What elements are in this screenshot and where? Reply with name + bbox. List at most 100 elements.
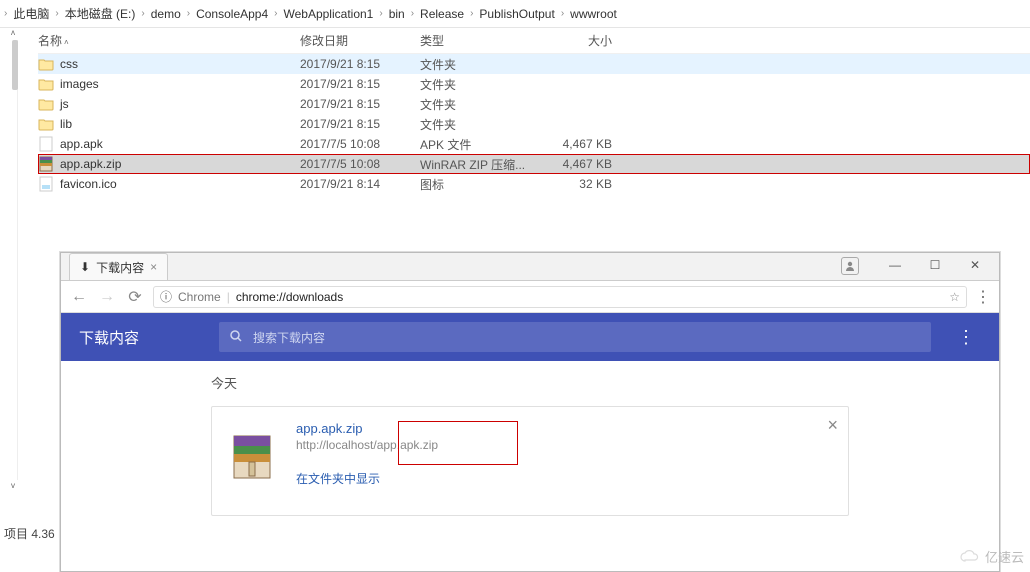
chevron-up-icon: ʌ bbox=[11, 28, 15, 37]
crumb-2[interactable]: demo bbox=[149, 7, 183, 21]
address-bar: ← → ⟳ ⓘ Chrome | chrome://downloads ☆ ⋮ bbox=[61, 281, 999, 313]
chrome-titlebar: ⬇ 下载内容 × ― ☐ ✕ bbox=[61, 253, 999, 281]
downloads-title: 下载内容 bbox=[79, 327, 199, 348]
file-name: images bbox=[60, 77, 300, 91]
file-row[interactable]: lib2017/9/21 8:15文件夹 bbox=[38, 114, 1030, 134]
file-date: 2017/9/21 8:15 bbox=[300, 77, 420, 91]
folder-icon bbox=[38, 56, 54, 72]
file-type: 文件夹 bbox=[420, 116, 540, 133]
minimize-button[interactable]: ― bbox=[875, 253, 915, 277]
chevron-right-icon: › bbox=[561, 8, 564, 19]
file-name: app.apk bbox=[60, 137, 300, 151]
bookmark-icon[interactable]: ☆ bbox=[949, 290, 960, 304]
crumb-5[interactable]: bin bbox=[387, 7, 407, 21]
file-row[interactable]: app.apk2017/7/5 10:08APK 文件4,467 KB bbox=[38, 134, 1030, 154]
profile-button[interactable] bbox=[841, 257, 859, 275]
column-headers[interactable]: 名称˄ 修改日期 类型 大小 bbox=[38, 28, 1030, 54]
crumb-8[interactable]: wwwroot bbox=[568, 7, 619, 21]
ico-icon bbox=[38, 176, 54, 192]
file-row[interactable]: css2017/9/21 8:15文件夹 bbox=[38, 54, 1030, 74]
file-date: 2017/9/21 8:15 bbox=[300, 57, 420, 71]
chevron-right-icon: › bbox=[379, 8, 382, 19]
downloads-search[interactable]: 搜索下载内容 bbox=[219, 322, 931, 352]
chevron-right-icon: › bbox=[141, 8, 144, 19]
file-type: 文件夹 bbox=[420, 56, 540, 73]
sort-asc-icon: ˄ bbox=[64, 38, 69, 47]
chevron-right-icon: › bbox=[4, 8, 7, 19]
url-path: chrome://downloads bbox=[236, 290, 343, 304]
section-label: 今天 bbox=[211, 373, 849, 392]
file-type: WinRAR ZIP 压缩... bbox=[420, 156, 540, 173]
forward-button[interactable]: → bbox=[97, 288, 117, 306]
download-item: app.apk.zip http://localhost/app.apk.zip… bbox=[211, 406, 849, 516]
chrome-window: ⬇ 下载内容 × ― ☐ ✕ ← → ⟳ ⓘ Chrome | chrome:/… bbox=[60, 252, 1000, 572]
crumb-7[interactable]: PublishOutput bbox=[477, 7, 556, 21]
status-bar: 项目 4.36 KB bbox=[0, 523, 60, 544]
file-name: lib bbox=[60, 117, 300, 131]
chevron-right-icon: › bbox=[274, 8, 277, 19]
chrome-menu-button[interactable]: ⋮ bbox=[975, 287, 991, 307]
file-date: 2017/7/5 10:08 bbox=[300, 137, 420, 151]
browser-tab[interactable]: ⬇ 下载内容 × bbox=[69, 253, 168, 280]
folder-icon bbox=[38, 76, 54, 92]
downloads-header: 下载内容 搜索下载内容 ⋮ bbox=[61, 313, 999, 361]
folder-icon bbox=[38, 116, 54, 132]
tab-close-icon[interactable]: × bbox=[150, 260, 157, 274]
tree-scrollbar[interactable]: ʌ v bbox=[14, 40, 18, 480]
info-icon: ⓘ bbox=[160, 288, 172, 305]
chevron-right-icon: › bbox=[187, 8, 190, 19]
file-type: 图标 bbox=[420, 176, 540, 193]
tab-title: 下载内容 bbox=[96, 259, 144, 276]
remove-download-button[interactable]: × bbox=[827, 415, 838, 436]
file-row[interactable]: app.apk.zip2017/7/5 10:08WinRAR ZIP 压缩..… bbox=[38, 154, 1030, 174]
crumb-0[interactable]: 此电脑 bbox=[11, 5, 51, 22]
rar-icon bbox=[38, 156, 54, 172]
downloads-menu-button[interactable]: ⋮ bbox=[951, 327, 981, 348]
file-row[interactable]: js2017/9/21 8:15文件夹 bbox=[38, 94, 1030, 114]
file-size: 32 KB bbox=[540, 177, 620, 191]
url-label: Chrome bbox=[178, 290, 221, 304]
search-placeholder: 搜索下载内容 bbox=[253, 329, 325, 346]
file-type: 文件夹 bbox=[420, 96, 540, 113]
file-name: js bbox=[60, 97, 300, 111]
file-name: app.apk.zip bbox=[60, 157, 300, 171]
crumb-1[interactable]: 本地磁盘 (E:) bbox=[63, 5, 138, 22]
file-date: 2017/9/21 8:15 bbox=[300, 117, 420, 131]
reload-button[interactable]: ⟳ bbox=[125, 287, 145, 307]
breadcrumb[interactable]: › 此电脑 › 本地磁盘 (E:) › demo › ConsoleApp4 ›… bbox=[0, 0, 1030, 28]
file-size: 4,467 KB bbox=[540, 137, 620, 151]
file-date: 2017/9/21 8:14 bbox=[300, 177, 420, 191]
crumb-3[interactable]: ConsoleApp4 bbox=[194, 7, 270, 21]
col-date[interactable]: 修改日期 bbox=[300, 32, 420, 49]
folder-icon bbox=[38, 96, 54, 112]
search-icon bbox=[229, 329, 243, 346]
maximize-button[interactable]: ☐ bbox=[915, 253, 955, 277]
show-in-folder-link[interactable]: 在文件夹中显示 bbox=[296, 470, 438, 487]
back-button[interactable]: ← bbox=[69, 288, 89, 306]
annotation-box bbox=[398, 421, 518, 465]
scrollbar-thumb[interactable] bbox=[12, 40, 18, 90]
chevron-right-icon: › bbox=[470, 8, 473, 19]
crumb-6[interactable]: Release bbox=[418, 7, 466, 21]
col-size[interactable]: 大小 bbox=[540, 32, 620, 49]
chevron-down-icon: v bbox=[11, 481, 15, 490]
col-name[interactable]: 名称˄ bbox=[38, 32, 300, 49]
close-button[interactable]: ✕ bbox=[955, 253, 995, 277]
file-name: css bbox=[60, 57, 300, 71]
file-type: 文件夹 bbox=[420, 76, 540, 93]
file-name: favicon.ico bbox=[60, 177, 300, 191]
download-icon: ⬇ bbox=[80, 260, 90, 274]
file-row[interactable]: images2017/9/21 8:15文件夹 bbox=[38, 74, 1030, 94]
rar-icon bbox=[228, 433, 276, 481]
file-row[interactable]: favicon.ico2017/9/21 8:14图标32 KB bbox=[38, 174, 1030, 194]
file-size: 4,467 KB bbox=[540, 157, 620, 171]
file-type: APK 文件 bbox=[420, 136, 540, 153]
chevron-right-icon: › bbox=[55, 8, 58, 19]
watermark: 亿速云 bbox=[959, 547, 1024, 566]
chevron-right-icon: › bbox=[411, 8, 414, 19]
file-date: 2017/7/5 10:08 bbox=[300, 157, 420, 171]
col-type[interactable]: 类型 bbox=[420, 32, 540, 49]
crumb-4[interactable]: WebApplication1 bbox=[282, 7, 376, 21]
url-field[interactable]: ⓘ Chrome | chrome://downloads ☆ bbox=[153, 286, 967, 308]
file-date: 2017/9/21 8:15 bbox=[300, 97, 420, 111]
